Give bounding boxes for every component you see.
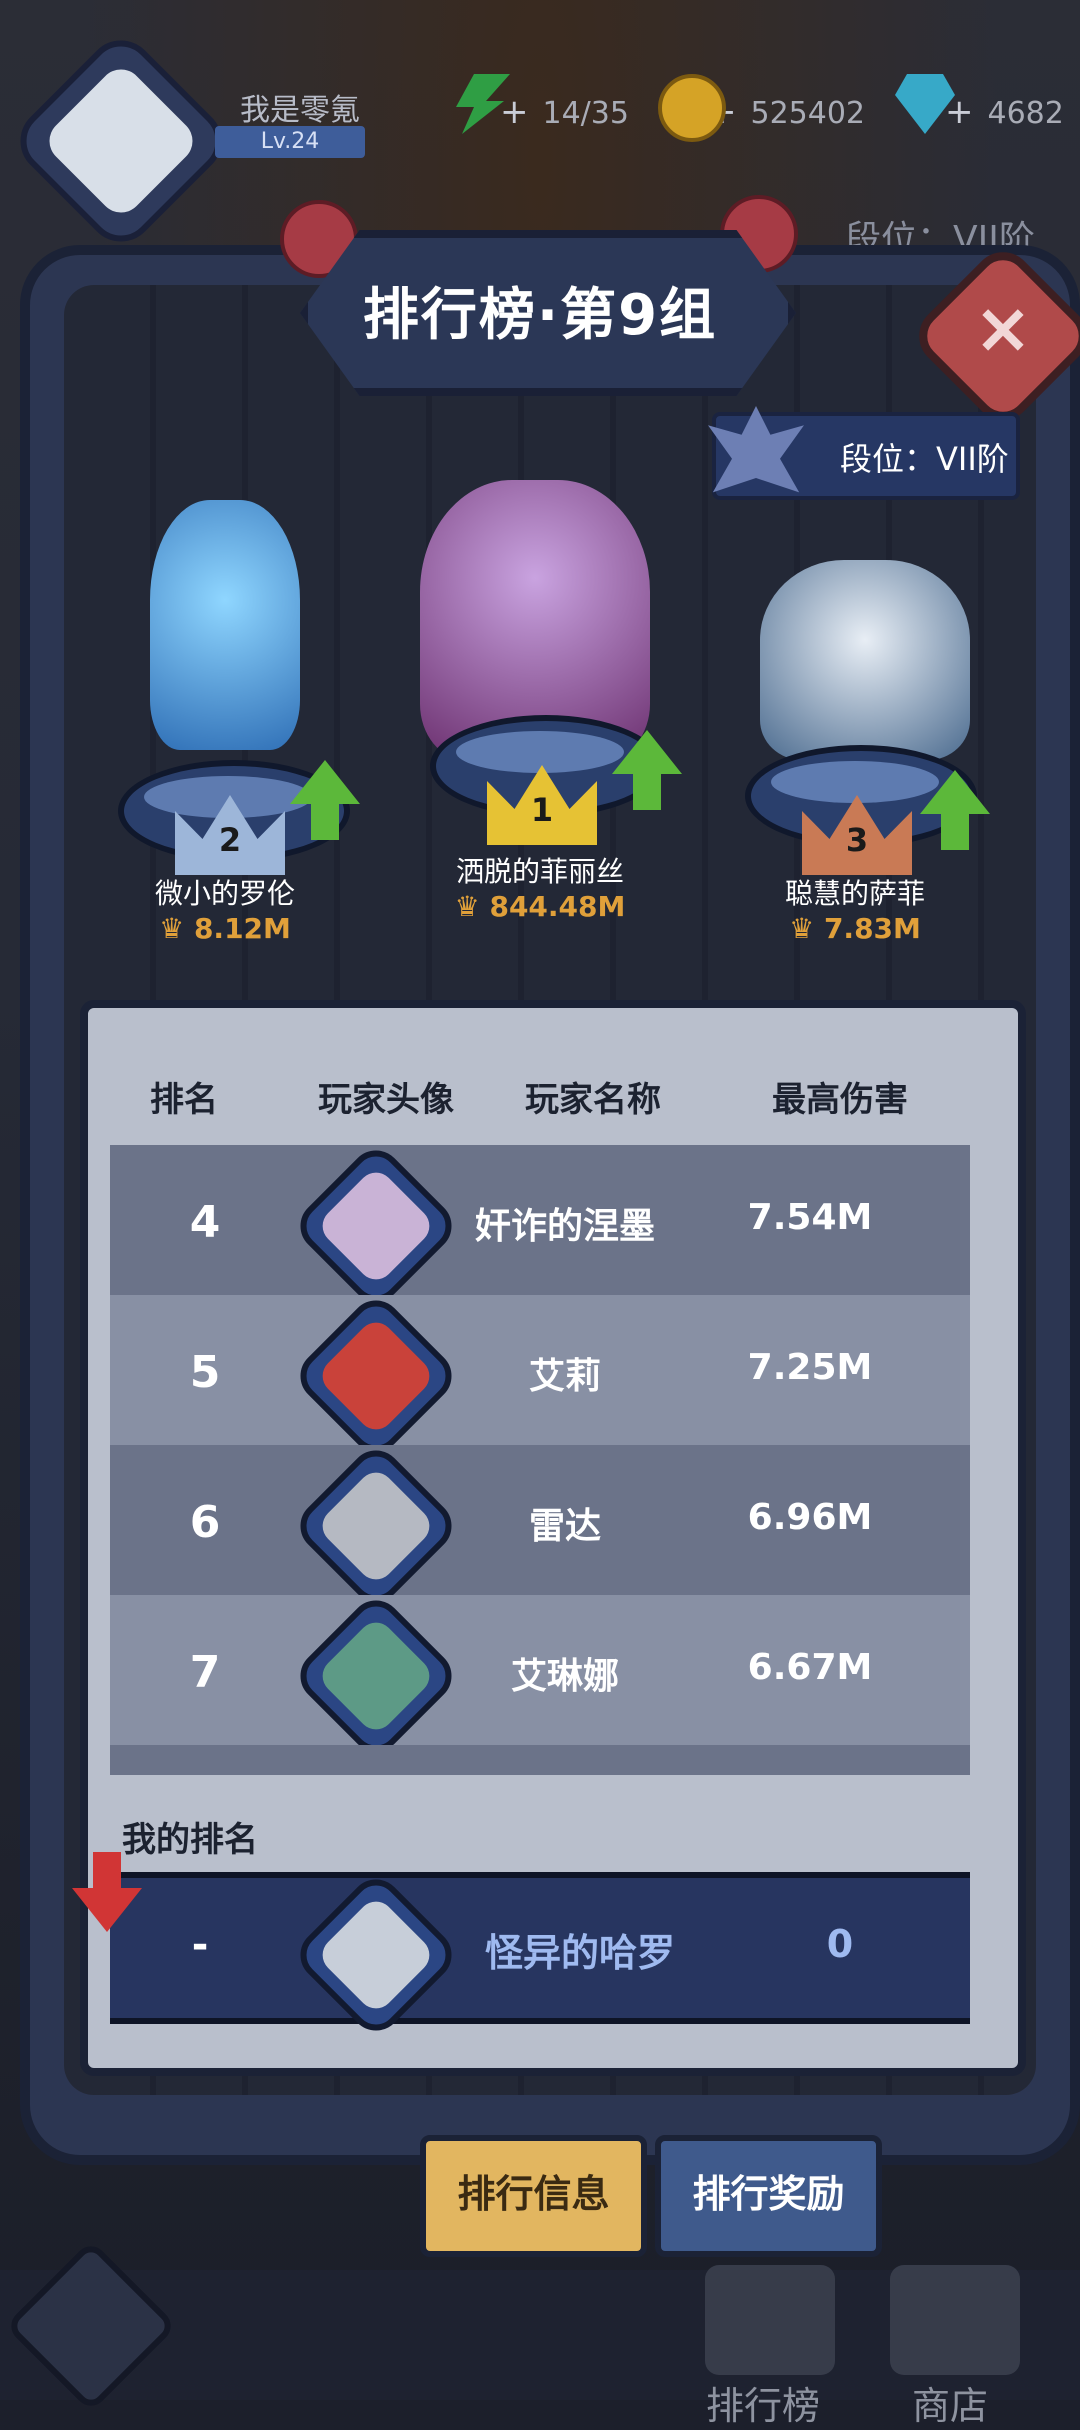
dragon-avatar-icon [40,60,202,222]
column-header-damage: 最高伤害 [772,1080,908,1120]
my-rank-row[interactable]: - 怪异的哈罗 0 [110,1868,970,2042]
row-name: 雷达 [528,1506,601,1547]
leaderboard-nav-icon[interactable] [705,2265,835,2375]
podium-character-rank3[interactable] [760,560,970,760]
coin-counter[interactable]: +525402 [658,74,866,142]
row-avatar[interactable] [289,1439,463,1613]
podium-name-rank2: 微小的罗伦 [154,877,295,910]
podium-character-rank2[interactable] [150,500,300,750]
row-rank: 4 [189,1197,221,1248]
my-damage: 0 [826,1922,854,1966]
coin-icon [658,74,726,142]
dragon-avatar-icon [315,1894,437,2016]
tab-ranking-info[interactable]: 排行信息 [420,2135,647,2257]
player-level: Lv.24 [215,126,365,158]
podium-damage-rank1: ♛ 844.48M [454,890,626,923]
row-damage: 7.54M [747,1197,873,1238]
top-hud: 我是零氪 Lv.24 +14/35 +525402 +4682 [0,26,1080,256]
row-rank: 7 [189,1647,221,1698]
close-icon: × [973,287,1033,369]
shop-nav-icon[interactable] [890,2265,1020,2375]
knight-avatar-icon [315,1465,437,1587]
my-name: 怪异的哈罗 [484,1931,675,1975]
row-name: 艾莉 [528,1356,601,1397]
my-avatar[interactable] [289,1868,463,2042]
tab-ranking-rewards[interactable]: 排行奖励 [655,2135,882,2257]
column-header-name: 玩家名称 [525,1080,661,1120]
row-avatar[interactable] [289,1589,463,1763]
my-rank-value: - [191,1922,209,1968]
row-rank: 5 [189,1347,221,1398]
row-damage: 6.67M [747,1647,873,1688]
nav-leaderboard-label[interactable]: 排行榜 [706,2375,820,2430]
tier-badge-label: 段位：VII阶 [840,440,1009,478]
row-name: 艾琳娜 [510,1656,619,1697]
column-header-rank: 排名 [150,1080,218,1120]
hooded-figure-avatar-icon [315,1165,437,1287]
player-name: 我是零氪 [240,93,360,128]
gem-value: 4682 [987,96,1064,131]
energy-counter[interactable]: +14/35 [456,74,629,142]
row-damage: 6.96M [747,1497,873,1538]
row-rank: 6 [189,1497,221,1548]
gem-counter[interactable]: +4682 [895,74,1064,142]
crown-rank3-icon: 3 [802,795,912,875]
table-row[interactable]: 5 艾莉 7.25M [110,1289,970,1463]
medusa-avatar-icon [315,1615,437,1737]
ranking-list[interactable]: 4 奸诈的涅墨 7.54M 5 艾莉 7.25M 6 雷达 6.96M 7 艾琳… [110,1145,970,1775]
table-row[interactable]: 7 艾琳娜 6.67M [110,1589,970,1763]
column-header-avatar: 玩家头像 [318,1080,454,1120]
crown-rank2-icon: 2 [175,795,285,875]
table-row[interactable] [110,1745,970,1775]
page-title: 排行榜·第9组 [362,283,718,348]
my-rank-label: 我的排名 [122,1820,258,1860]
row-avatar[interactable] [289,1289,463,1463]
row-avatar[interactable] [289,1145,463,1313]
energy-value: 14/35 [542,96,629,131]
tier-emblem-icon [708,406,804,493]
coin-value: 525402 [750,96,866,131]
diver-avatar-icon [315,1315,437,1437]
podium-damage-rank3: ♛ 7.83M [789,912,921,945]
row-damage: 7.25M [747,1347,873,1388]
crown-rank1-icon: 1 [487,765,597,845]
podium-damage-rank2: ♛ 8.12M [159,912,291,945]
row-name: 奸诈的涅墨 [474,1206,655,1247]
nav-shop-label[interactable]: 商店 [912,2375,988,2430]
table-row[interactable]: 4 奸诈的涅墨 7.54M [110,1145,970,1313]
podium-name-rank1: 洒脱的菲丽丝 [455,855,624,888]
tier-badge: 段位：VII阶 [708,406,1020,500]
table-row[interactable]: 6 雷达 6.96M [110,1439,970,1613]
add-energy-icon[interactable]: + [500,92,529,132]
podium-name-rank3: 聪慧的萨菲 [784,877,925,910]
